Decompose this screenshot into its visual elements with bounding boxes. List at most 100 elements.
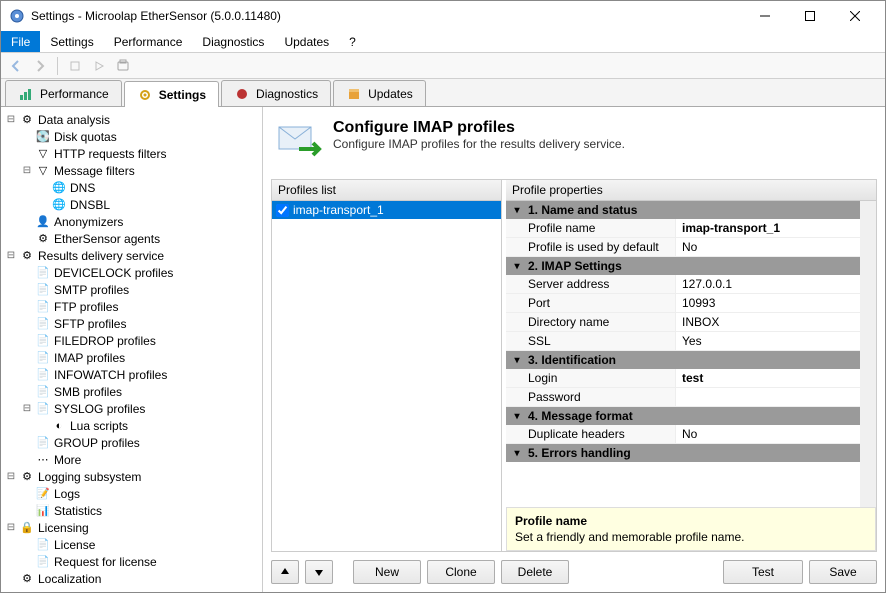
tab-diagnostics[interactable]: Diagnostics [221,80,331,106]
menu-updates[interactable]: Updates [274,31,339,52]
tab-updates[interactable]: Updates [333,80,426,106]
property-grid[interactable]: ▾1. Name and status Profile nameimap-tra… [506,201,860,507]
tree-lua[interactable]: ◐Lua scripts [3,417,260,434]
disk-icon: 💽 [35,129,51,145]
tree-data-analysis[interactable]: ⊟⚙Data analysis [3,111,260,128]
collapse-icon[interactable]: ⊟ [21,165,33,177]
tree-dns[interactable]: 🌐DNS [3,179,260,196]
prop-value-default[interactable]: No [676,238,860,256]
tab-performance[interactable]: Performance [5,80,122,106]
menu-file[interactable]: File [1,31,40,52]
titlebar: Settings - Microolap EtherSensor (5.0.0.… [1,1,885,31]
tab-settings[interactable]: Settings [124,81,219,107]
prop-label: Directory name [506,313,676,331]
hint-text: Set a friendly and memorable profile nam… [515,530,867,544]
delete-button[interactable]: Delete [501,560,569,584]
prop-label: Duplicate headers [506,425,676,443]
group-message-format[interactable]: ▾4. Message format [506,407,860,425]
menu-performance[interactable]: Performance [104,31,193,52]
menu-help[interactable]: ? [339,31,366,52]
group-identification[interactable]: ▾3. Identification [506,351,860,369]
tree-devicelock[interactable]: 📄DEVICELOCK profiles [3,264,260,281]
prop-value-password[interactable] [676,388,860,406]
group-errors-handling[interactable]: ▾5. Errors handling [506,444,860,462]
prop-label: Login [506,369,676,387]
globe-icon: 🌐 [51,180,67,196]
tree-filedrop[interactable]: 📄FILEDROP profiles [3,332,260,349]
profile-icon: 📄 [35,367,51,383]
scrollbar[interactable] [860,201,876,507]
test-button[interactable]: Test [723,560,803,584]
collapse-icon[interactable]: ⊟ [5,471,17,483]
prop-value-dir[interactable]: INBOX [676,313,860,331]
tree-http-filters[interactable]: ▽HTTP requests filters [3,145,260,162]
move-up-button[interactable] [271,560,299,584]
tree-syslog[interactable]: ⊟📄SYSLOG profiles [3,400,260,417]
tree-request[interactable]: 📄Request for license [3,553,260,570]
tree-message-filters[interactable]: ⊟▽Message filters [3,162,260,179]
profile-icon: 📄 [35,282,51,298]
tab-label: Diagnostics [256,87,318,101]
play-button[interactable] [88,55,110,77]
tree-results[interactable]: ⊟⚙Results delivery service [3,247,260,264]
chevron-down-icon: ▾ [510,355,524,366]
tree-localization[interactable]: ⚙Localization [3,570,260,587]
profile-icon: 📄 [35,350,51,366]
clone-button[interactable]: Clone [427,560,495,584]
tree-anonymizers[interactable]: 👤Anonymizers [3,213,260,230]
nav-back-button[interactable] [5,55,27,77]
profile-icon: 📄 [35,316,51,332]
prop-value-server[interactable]: 127.0.0.1 [676,275,860,293]
tree-logs[interactable]: 📝Logs [3,485,260,502]
close-button[interactable] [832,2,877,30]
move-down-button[interactable] [305,560,333,584]
prop-value-login[interactable]: test [676,369,860,387]
tree-imap[interactable]: 📄IMAP profiles [3,349,260,366]
stop-button[interactable] [64,55,86,77]
list-item[interactable]: imap-transport_1 [272,201,501,219]
settings-tree[interactable]: ⊟⚙Data analysis 💽Disk quotas ▽HTTP reque… [1,107,263,592]
tree-logging[interactable]: ⊟⚙Logging subsystem [3,468,260,485]
tree-statistics[interactable]: 📊Statistics [3,502,260,519]
tree-smtp[interactable]: 📄SMTP profiles [3,281,260,298]
prop-value-dup[interactable]: No [676,425,860,443]
profiles-listbox[interactable]: imap-transport_1 [272,201,501,551]
maximize-button[interactable] [787,2,832,30]
bug-icon [234,86,250,102]
filter-icon: ▽ [35,146,51,162]
tree-group[interactable]: 📄GROUP profiles [3,434,260,451]
tree-more[interactable]: ⋯More [3,451,260,468]
collapse-icon[interactable]: ⊟ [5,522,17,534]
prop-value-profile-name[interactable]: imap-transport_1 [676,219,860,237]
tree-agents[interactable]: ⚙EtherSensor agents [3,230,260,247]
new-button[interactable]: New [353,560,421,584]
profile-icon: 📄 [35,299,51,315]
tree-smb[interactable]: 📄SMB profiles [3,383,260,400]
menu-diagnostics[interactable]: Diagnostics [192,31,274,52]
tree-licensing[interactable]: ⊟🔒Licensing [3,519,260,536]
prop-value-ssl[interactable]: Yes [676,332,860,350]
tree-ftp[interactable]: 📄FTP profiles [3,298,260,315]
minimize-button[interactable] [742,2,787,30]
group-imap-settings[interactable]: ▾2. IMAP Settings [506,257,860,275]
tree-license[interactable]: 📄License [3,536,260,553]
profile-enabled-checkbox[interactable] [276,204,289,217]
hint-title: Profile name [515,514,867,528]
save-button[interactable]: Save [809,560,877,584]
group-name-status[interactable]: ▾1. Name and status [506,201,860,219]
tree-dnsbl[interactable]: 🌐DNSBL [3,196,260,213]
menu-settings[interactable]: Settings [40,31,103,52]
tree-infowatch[interactable]: 📄INFOWATCH profiles [3,366,260,383]
nav-forward-button[interactable] [29,55,51,77]
collapse-icon[interactable]: ⊟ [5,250,17,262]
stats-icon: 📊 [35,503,51,519]
menubar: File Settings Performance Diagnostics Up… [1,31,885,53]
gear-icon: ⚙ [19,469,35,485]
tree-disk-quotas[interactable]: 💽Disk quotas [3,128,260,145]
collapse-icon[interactable]: ⊟ [5,114,17,126]
tree-sftp[interactable]: 📄SFTP profiles [3,315,260,332]
agent-icon: ⚙ [35,231,51,247]
refresh-button[interactable] [112,55,134,77]
prop-value-port[interactable]: 10993 [676,294,860,312]
collapse-icon[interactable]: ⊟ [21,403,33,415]
